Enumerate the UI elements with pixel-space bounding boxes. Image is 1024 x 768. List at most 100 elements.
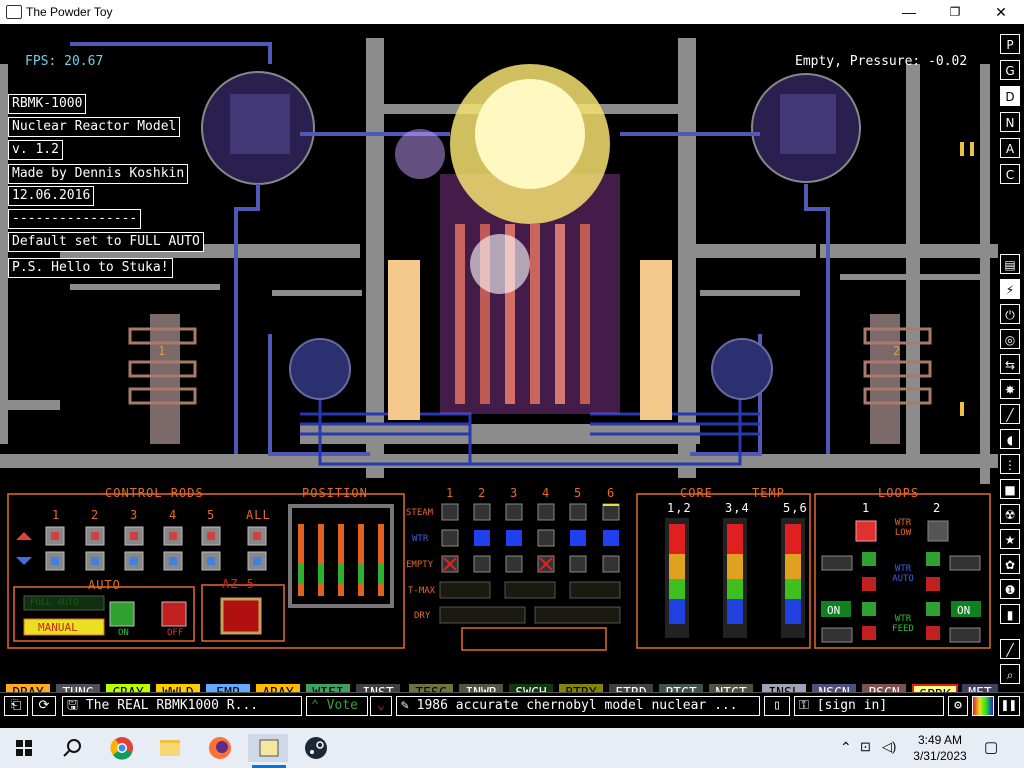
az5-label: AZ-5 (222, 577, 255, 591)
element-swch[interactable]: SWCH (509, 684, 553, 692)
menu-powders[interactable]: P (1000, 34, 1020, 54)
element-aray[interactable]: ARAY (256, 684, 300, 692)
minimize-button[interactable]: — (886, 0, 932, 24)
volume-icon[interactable]: ◁) (882, 739, 896, 755)
manual-button[interactable]: MANUAL (38, 621, 78, 634)
tools-icon[interactable]: ❶ (1000, 579, 1020, 599)
loop-2-label: 2 (933, 501, 942, 515)
powder-toy-taskbar-icon[interactable] (248, 734, 288, 762)
simulation-canvas[interactable]: FPS: 20.67 Empty, Pressure: -0.02 RBMK-1… (0, 24, 998, 692)
element-wwld[interactable]: WWLD (156, 684, 200, 692)
element-wifi[interactable]: WIFI (306, 684, 350, 692)
tray-chevron-icon[interactable]: ⌃ (840, 739, 852, 756)
electronics-icon[interactable]: ⚡ (1000, 279, 1020, 299)
loop-1-label: 1 (862, 501, 871, 515)
element-btry[interactable]: BTRY (559, 684, 603, 692)
menu-nuclear[interactable]: N (1000, 112, 1020, 132)
control-panel (7, 493, 991, 651)
network-icon[interactable]: ⊡ (860, 739, 871, 755)
steam-icon[interactable] (296, 734, 336, 762)
element-emp[interactable]: EMP (206, 684, 250, 692)
temp-group-12: 1,2 (667, 501, 692, 515)
close-button[interactable]: ✕ (978, 0, 1024, 24)
element-met[interactable]: MET (962, 684, 998, 692)
gas-icon[interactable]: ╱ (1000, 404, 1020, 424)
rod-2-label: 2 (91, 508, 100, 522)
element-pscn[interactable]: PSCN (862, 684, 906, 692)
powder-icon[interactable]: ⋮ (1000, 454, 1020, 474)
channel-4-label: 4 (542, 486, 551, 500)
element-etrd[interactable]: ETRD (609, 684, 653, 692)
clock-time: 3:49 AM (917, 733, 963, 747)
full-auto-button[interactable]: FULL AUTO (30, 598, 79, 608)
search-icon[interactable]: ⌕ (1000, 664, 1020, 684)
render-options-icon[interactable] (972, 696, 994, 716)
power-icon[interactable]: ⏻ (1000, 304, 1020, 324)
temp-label: TEMP (752, 486, 785, 500)
clock-date: 3/31/2023 (913, 749, 967, 763)
start-icon[interactable] (4, 734, 44, 762)
vote-up-button[interactable]: ⌃ Vote (306, 696, 368, 716)
core-label: CORE (680, 486, 713, 500)
notifications-icon[interactable]: ▢ (984, 738, 998, 756)
water-auto-label: WTR AUTO (892, 564, 914, 584)
element-cray[interactable]: CRAY (106, 684, 150, 692)
menu-air[interactable]: A (1000, 138, 1020, 158)
loop-2-on-button[interactable]: ON (957, 604, 970, 617)
dry-row-label: DRY (414, 611, 431, 621)
element-inst[interactable]: INST (356, 684, 400, 692)
channel-2-label: 2 (478, 486, 487, 500)
solid-icon[interactable]: ■ (1000, 479, 1020, 499)
tags-description-button[interactable]: ✎ 1986 accurate chernobyl model nuclear … (396, 696, 760, 716)
save-icon: 🖫 (67, 698, 86, 713)
element-ntct[interactable]: NTCT (709, 684, 753, 692)
walls-icon[interactable]: ▤ (1000, 254, 1020, 274)
new-sim-icon[interactable]: ▯ (764, 696, 790, 716)
file-explorer-icon[interactable] (150, 734, 190, 762)
control-rods-label: CONTROL RODS (105, 486, 204, 500)
sign-in-label: [sign in] (816, 698, 888, 713)
life-icon[interactable]: ✿ (1000, 554, 1020, 574)
vote-down-button[interactable]: ⌄ (370, 696, 392, 716)
element-inwr[interactable]: INWR (459, 684, 503, 692)
reload-icon[interactable]: ⟳ (32, 696, 56, 716)
rod-1-label: 1 (52, 508, 61, 522)
firefox-icon[interactable] (200, 734, 240, 762)
element-tung[interactable]: TUNG (56, 684, 100, 692)
menu-gases[interactable]: G (1000, 60, 1020, 80)
decoration-icon[interactable]: ╱ (1000, 639, 1020, 659)
channel-5-label: 5 (574, 486, 583, 500)
element-ptct[interactable]: PTCT (659, 684, 703, 692)
element-sprk[interactable]: SPRK (912, 684, 958, 692)
channel-6-label: 6 (607, 486, 616, 500)
save-title-button[interactable]: 🖫 The REAL RBMK1000 R... (62, 696, 302, 716)
settings-icon[interactable]: ⚙ (948, 696, 968, 716)
sensor-icon[interactable]: ◎ (1000, 329, 1020, 349)
element-insl[interactable]: INSL (762, 684, 806, 692)
open-save-icon[interactable]: ⎗ (4, 696, 28, 716)
pause-icon[interactable]: ❚❚ (998, 696, 1020, 716)
element-dray[interactable]: DRAY (6, 684, 50, 692)
element-tesc[interactable]: TESC (409, 684, 453, 692)
explosive-icon[interactable]: ✸ (1000, 379, 1020, 399)
save-title: The REAL RBMK1000 R... (85, 698, 259, 713)
loop-1-on-button[interactable]: ON (827, 604, 840, 617)
radioactive-icon[interactable]: ☢ (1000, 504, 1020, 524)
liquid-icon[interactable]: ◖ (1000, 429, 1020, 449)
special-icon[interactable]: ★ (1000, 529, 1020, 549)
tag-icon: ✎ (401, 698, 417, 713)
search-taskbar-icon[interactable] (52, 734, 92, 762)
tmax-row-label: T-MAX (408, 586, 436, 596)
vote-label: Vote (326, 698, 358, 713)
force-icon[interactable]: ⇆ (1000, 354, 1020, 374)
maximize-button[interactable]: ❐ (932, 0, 978, 24)
element-nscn[interactable]: NSCN (812, 684, 856, 692)
rod-4-label: 4 (169, 508, 178, 522)
favorites-icon[interactable]: ▮ (1000, 604, 1020, 624)
sign-in-button[interactable]: ⚿ [sign in] (794, 696, 944, 716)
chrome-icon[interactable] (102, 734, 142, 762)
menu-custom[interactable]: C (1000, 164, 1020, 184)
menu-display[interactable]: D (1000, 86, 1020, 106)
clock[interactable]: 3:49 AM 3/31/2023 (900, 732, 980, 764)
temp-group-56: 5,6 (783, 501, 808, 515)
